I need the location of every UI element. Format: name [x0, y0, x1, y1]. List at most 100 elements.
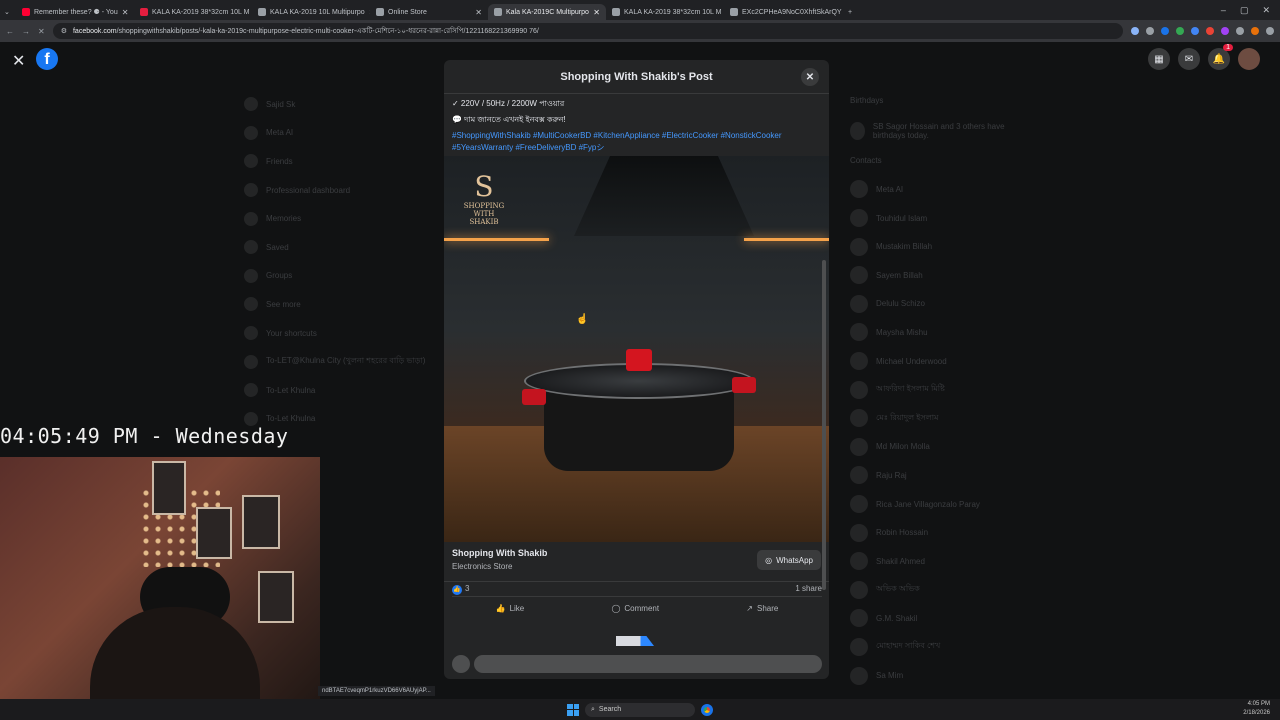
birthdays-item[interactable]: SB Sagor Hossain and 3 others have birth… — [850, 115, 1030, 147]
browser-tab[interactable]: Remember these? ⚈ - You ✕ — [16, 4, 134, 20]
brand-monogram: S — [474, 170, 494, 203]
chrome-icon[interactable] — [701, 703, 713, 716]
contact-name: Sayem Billah — [876, 270, 923, 280]
tab-close-icon[interactable]: ✕ — [122, 8, 129, 17]
favicon-icon — [258, 8, 266, 16]
zoom-icon[interactable] — [1131, 27, 1139, 35]
avatar — [850, 495, 868, 514]
menu-icon[interactable] — [1266, 27, 1274, 35]
extension-icon[interactable] — [1206, 27, 1214, 35]
close-window-icon[interactable]: ✕ — [1262, 5, 1270, 16]
tab-title: Kala KA-2019C Multipurpo — [506, 8, 589, 16]
back-icon[interactable]: ← — [6, 27, 14, 36]
bookmark-star-icon[interactable] — [1146, 27, 1154, 35]
close-icon[interactable]: ✕ — [12, 51, 25, 71]
contact-item[interactable]: Md Milon Molla — [850, 433, 1030, 462]
sidebar-item[interactable]: Groups — [244, 262, 425, 291]
contact-item[interactable]: Raju Raj — [850, 461, 1030, 490]
sidebar-item[interactable]: Sajid Sk — [244, 90, 425, 119]
browser-tab[interactable]: Kala KA-2019C Multipurpo ✕ — [488, 4, 606, 20]
notifications-icon[interactable]: 🔔 1 — [1208, 44, 1233, 70]
share-button[interactable]: ↗ Share — [746, 601, 778, 616]
extension-icon[interactable] — [1221, 27, 1229, 35]
profile-avatar[interactable] — [1251, 27, 1259, 35]
sidebar-item[interactable]: Memories — [244, 204, 425, 233]
contact-item[interactable]: আফরিদা ইসলাম মিষ্টি — [850, 375, 1030, 404]
sidebar-item[interactable]: Saved — [244, 233, 425, 262]
contact-item[interactable]: Shakil Ahmed — [850, 547, 1030, 576]
contact-item[interactable]: Rica Jane Villagonzalo Paray — [850, 490, 1030, 519]
browser-tab[interactable]: KALA KA-2019 38*32cm 10L M✕ — [134, 4, 252, 20]
extension-icon[interactable] — [1176, 27, 1184, 35]
contact-name: মেঃ রিয়াদুল ইসলাম — [876, 412, 939, 422]
contact-item[interactable]: Sayem Billah — [850, 261, 1030, 290]
contact-item[interactable]: G.M. Shakil — [850, 604, 1030, 633]
page-card[interactable]: Shopping With Shakib Electronics Store ◎… — [444, 542, 829, 582]
browser-tab[interactable]: KALA KA-2019 10L Multipurpo✕ — [252, 4, 370, 20]
avatar — [850, 266, 868, 285]
sidebar-item-icon — [244, 154, 258, 169]
contact-name: অভিক অভিক — [876, 584, 920, 594]
contact-item[interactable]: Michael Underwood — [850, 347, 1030, 376]
puzzle-icon[interactable] — [1236, 27, 1244, 35]
contact-item[interactable]: Delulu Schizo — [850, 290, 1030, 319]
extension-icon[interactable] — [1191, 27, 1199, 35]
spec-line: ✓ 220V / 50Hz / 2200W পাওয়ার — [452, 99, 565, 108]
comment-input[interactable] — [474, 655, 822, 673]
tab-list-button[interactable]: ⌄ — [0, 4, 16, 20]
sidebar-item[interactable]: To-LET@Khulna City (খুলনা শহরের বাড়ি ভা… — [244, 347, 425, 376]
avatar — [850, 580, 868, 599]
sidebar-item[interactable]: Your shortcuts — [244, 319, 425, 348]
facebook-logo[interactable]: f — [36, 48, 58, 70]
stop-icon[interactable]: ✕ — [38, 27, 45, 36]
contact-item[interactable]: Touhidul Islam — [850, 204, 1030, 233]
extension-icon[interactable] — [1161, 27, 1169, 35]
tab-close-icon[interactable]: ✕ — [475, 8, 482, 17]
forward-icon[interactable]: → — [22, 27, 30, 36]
sidebar-item-icon — [244, 268, 258, 283]
right-sidebar: Birthdays SB Sagor Hossain and 3 others … — [850, 86, 1030, 718]
contact-item[interactable]: মেঃ রিয়াদুল ইসলাম — [850, 404, 1030, 433]
post-stats: 👍 3 1 share — [452, 584, 822, 595]
window-controls: – ▢ ✕ — [1221, 5, 1280, 16]
tab-close-icon[interactable]: ✕ — [593, 8, 600, 17]
menu-grid-icon[interactable]: ▦ — [1148, 48, 1170, 70]
whatsapp-button[interactable]: ◎ WhatsApp — [757, 550, 821, 570]
sidebar-item[interactable]: Friends — [244, 147, 425, 176]
browser-tab[interactable]: KALA KA-2019 38*32cm 10L M✕ — [606, 4, 724, 20]
taskbar-clock[interactable]: 4:05 PM 2/18/2026 — [1243, 700, 1270, 718]
post-image[interactable]: S SHOPPING WITH SHAKIB — [444, 156, 829, 542]
reactions[interactable]: 👍 3 — [452, 584, 469, 595]
contact-item[interactable]: অভিক অভিক — [850, 576, 1030, 605]
contact-item[interactable]: Robin Hossain — [850, 518, 1030, 547]
sidebar-item[interactable]: Professional dashboard — [244, 176, 425, 205]
taskbar-search[interactable]: ⌕ Search — [585, 702, 695, 717]
sidebar-item[interactable]: See more — [244, 290, 425, 319]
contact-item[interactable]: Sa Mim — [850, 661, 1030, 690]
modal-scrollbar[interactable] — [822, 260, 826, 590]
comment-button[interactable]: ◯ Comment — [611, 601, 659, 616]
like-button[interactable]: 👍 Like — [496, 601, 525, 616]
sidebar-item-label: Friends — [266, 156, 293, 166]
site-info-icon[interactable]: ⚙ — [61, 27, 67, 35]
browser-tab[interactable]: Online Store ✕ — [370, 4, 488, 20]
contact-item[interactable]: মোহাম্মদ সাকিব শেখ — [850, 633, 1030, 662]
contact-item[interactable]: Mustakim Billah — [850, 232, 1030, 261]
sidebar-item[interactable]: To-Let Khulna — [244, 376, 425, 405]
hashtags[interactable]: #ShoppingWithShakib #MultiCookerBD #Kitc… — [452, 130, 821, 154]
sidebar-item-icon — [244, 125, 258, 140]
messenger-icon[interactable]: ✉ — [1178, 48, 1200, 70]
windows-start-icon[interactable] — [567, 703, 579, 716]
contact-item[interactable]: Maysha Mishu — [850, 318, 1030, 347]
new-tab-button[interactable]: + — [842, 4, 858, 20]
shares-count[interactable]: 1 share — [795, 584, 822, 595]
sidebar-item[interactable]: Meta AI — [244, 119, 425, 148]
url-field[interactable]: ⚙ facebook.com /shoppingwithshakib/posts… — [52, 23, 1123, 39]
account-avatar[interactable] — [1238, 48, 1260, 70]
url-host: facebook.com — [72, 27, 117, 35]
contact-item[interactable]: Meta AI — [850, 175, 1030, 204]
modal-close-button[interactable]: ✕ — [801, 68, 819, 86]
browser-tab[interactable]: EXc2CPHeA9NoC0XhftSkArQYF✕ — [724, 4, 842, 20]
maximize-icon[interactable]: ▢ — [1240, 5, 1249, 16]
minimize-icon[interactable]: – — [1221, 5, 1226, 16]
